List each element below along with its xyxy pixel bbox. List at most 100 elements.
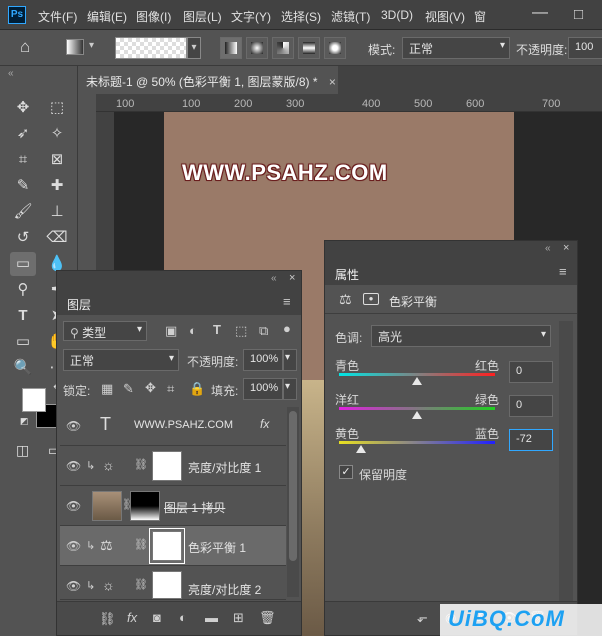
lock-position-icon[interactable]: ✥ (145, 380, 156, 396)
marquee-tool-icon[interactable]: ⬚ (44, 96, 70, 120)
yellow-blue-slider-thumb[interactable] (355, 445, 366, 453)
linear-gradient-button[interactable] (220, 37, 242, 59)
menu-image[interactable]: 图像(I) (136, 8, 171, 25)
collapse-icon[interactable]: « (545, 243, 551, 254)
close-tab-icon[interactable]: × (329, 75, 336, 89)
gradient-picker[interactable] (115, 37, 187, 59)
filter-smart-object-icon[interactable]: ⧉ (259, 323, 268, 339)
tab-properties[interactable]: 属性 (335, 266, 359, 283)
foreground-color-swatch[interactable] (22, 388, 46, 412)
lock-image-icon[interactable]: ✎ (123, 381, 134, 397)
document-tab[interactable]: 未标题-1 @ 50% (色彩平衡 1, 图层蒙版/8) * × (78, 66, 338, 94)
fx-icon[interactable]: fx (127, 610, 137, 625)
move-tool-icon[interactable]: ✥ (10, 96, 36, 120)
layers-scrollbar[interactable] (287, 407, 299, 597)
fill-dropdown[interactable]: ▾ (283, 378, 297, 400)
visibility-eye-icon[interactable]: 👁 (66, 539, 81, 553)
properties-scrollbar[interactable] (559, 321, 573, 601)
cyan-red-slider-thumb[interactable] (412, 377, 422, 385)
healing-brush-tool-icon[interactable]: ✚ (44, 174, 70, 198)
diamond-gradient-button[interactable] (324, 37, 346, 59)
lock-artboard-icon[interactable]: ⌗ (167, 381, 174, 397)
crop-tool-icon[interactable]: ⌗ (10, 148, 36, 172)
zoom-tool-icon[interactable]: 🔍 (10, 356, 36, 380)
magic-wand-tool-icon[interactable]: ✧ (44, 122, 70, 146)
menu-layer[interactable]: 图层(L) (183, 8, 222, 25)
opacity-input[interactable]: 100 (568, 37, 602, 59)
menu-3d[interactable]: 3D(D) (381, 8, 413, 22)
link-layers-icon[interactable]: ⛓ (99, 611, 116, 627)
tone-select[interactable]: 高光 ▾ (371, 325, 551, 347)
dodge-tool-icon[interactable]: ⚲ (10, 278, 36, 302)
restore-icon[interactable]: □ (574, 6, 583, 23)
group-folder-icon[interactable]: ▬ (205, 610, 218, 625)
default-colors-icon[interactable]: ◩ (20, 416, 29, 427)
reflected-gradient-button[interactable] (298, 37, 320, 59)
visibility-eye-icon[interactable]: 👁 (66, 579, 81, 593)
clip-to-layer-icon[interactable]: ⬐ (417, 610, 428, 626)
tab-layers[interactable]: 图层 (67, 296, 91, 313)
visibility-eye-icon[interactable]: 👁 (66, 419, 81, 433)
gradient-tool-icon[interactable]: ▭ (10, 252, 36, 276)
layer-mask-thumbnail[interactable] (152, 571, 182, 599)
filter-toggle-icon[interactable]: ● (283, 321, 291, 336)
menu-filter[interactable]: 滤镜(T) (331, 8, 370, 25)
new-layer-icon[interactable]: ⊞ (233, 610, 244, 626)
filter-type-icon[interactable]: T (213, 322, 221, 337)
blend-mode-select[interactable]: 正常 ▾ (63, 349, 179, 371)
layer-row[interactable]: 👁 ↳ ☼ ⛓ 亮度/对比度 1 (60, 446, 286, 486)
menu-file[interactable]: 文件(F) (38, 8, 77, 25)
gradient-tool-icon[interactable] (66, 39, 84, 55)
close-icon[interactable]: × (563, 242, 569, 254)
menu-edit[interactable]: 编辑(E) (87, 8, 127, 25)
panel-menu-icon[interactable]: ≡ (559, 264, 567, 279)
lock-transparent-icon[interactable]: ▦ (101, 381, 113, 397)
preserve-luminosity-checkbox[interactable]: ✓ (339, 465, 353, 479)
clone-stamp-tool-icon[interactable]: ⊥ (44, 200, 70, 224)
filter-adjustment-icon[interactable]: ◐ (189, 323, 197, 338)
yellow-blue-value-input[interactable]: -72 (509, 429, 553, 451)
layer-row[interactable]: 👁 T WWW.PSAHZ.COM fx (60, 406, 286, 446)
radial-gradient-button[interactable] (246, 37, 268, 59)
gradient-picker-dropdown[interactable]: ▾ (187, 37, 201, 59)
magenta-green-slider-thumb[interactable] (412, 411, 422, 419)
history-brush-tool-icon[interactable]: ↺ (10, 226, 36, 250)
eraser-tool-icon[interactable]: ⌫ (44, 226, 70, 250)
quick-mask-icon[interactable]: ◫ (16, 442, 29, 459)
layer-row[interactable]: 👁 ⛓ 图层 1 拷贝 (60, 486, 286, 526)
eyedropper-tool-icon[interactable]: ✎ (10, 174, 36, 198)
yellow-blue-slider-track[interactable] (339, 441, 495, 444)
cyan-red-slider-track[interactable] (339, 373, 495, 376)
lasso-tool-icon[interactable]: ➶ (10, 122, 36, 146)
minimize-icon[interactable]: — (532, 4, 548, 22)
layer-row-selected[interactable]: 👁 ↳ ⚖ ⛓ 色彩平衡 1 (60, 526, 286, 566)
layer-fx-icon[interactable]: fx (260, 417, 269, 431)
fill-input[interactable]: 100% (243, 378, 283, 400)
layer-mask-thumbnail[interactable] (152, 451, 182, 481)
close-icon[interactable]: × (289, 272, 295, 284)
panel-menu-icon[interactable]: ≡ (283, 294, 291, 309)
add-mask-icon[interactable]: ◙ (153, 610, 161, 625)
menu-select[interactable]: 选择(S) (281, 8, 321, 25)
magenta-green-slider-track[interactable] (339, 407, 495, 410)
angle-gradient-button[interactable] (272, 37, 294, 59)
collapse-icon[interactable]: « (271, 273, 277, 284)
visibility-eye-icon[interactable]: 👁 (66, 499, 81, 513)
type-tool-icon[interactable]: T (10, 304, 36, 328)
rectangle-tool-icon[interactable]: ▭ (10, 330, 36, 354)
filter-shape-icon[interactable]: ⬚ (235, 323, 247, 339)
mask-icon[interactable]: ● (363, 293, 379, 305)
layer-thumbnail[interactable] (92, 491, 122, 521)
brush-tool-icon[interactable]: 🖌 (10, 200, 36, 224)
frame-tool-icon[interactable]: ⊠ (44, 148, 70, 172)
cyan-red-value-input[interactable]: 0 (509, 361, 553, 383)
filter-pixel-icon[interactable]: ▣ (165, 323, 177, 339)
magenta-green-value-input[interactable]: 0 (509, 395, 553, 417)
chevron-down-icon[interactable]: ▾ (89, 40, 94, 51)
menu-type[interactable]: 文字(Y) (231, 8, 271, 25)
menu-view[interactable]: 视图(V) (425, 8, 465, 25)
layer-mask-thumbnail[interactable] (130, 491, 160, 521)
layer-opacity-dropdown[interactable]: ▾ (283, 349, 297, 371)
menu-window[interactable]: 窗 (474, 8, 486, 25)
lock-all-icon[interactable]: 🔒 (189, 381, 205, 397)
